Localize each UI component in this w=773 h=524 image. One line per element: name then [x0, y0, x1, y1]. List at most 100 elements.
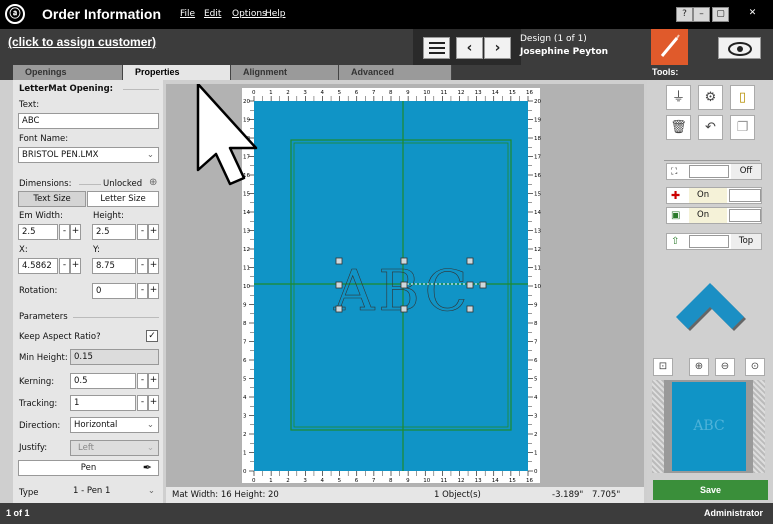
minimize-button[interactable]: – — [693, 7, 710, 22]
trash-icon: 🗑 — [670, 120, 687, 135]
ruler-label: 6 — [243, 358, 247, 364]
status-bar: Mat Width: 16 Height: 20 1 Object(s) -3.… — [166, 487, 644, 503]
tracking-input[interactable]: 1 — [70, 395, 136, 411]
ruler-label: 1 — [534, 451, 538, 457]
height-decrement[interactable]: - — [137, 224, 148, 240]
ruler-label: 4 — [321, 90, 325, 96]
edit-tool-button[interactable] — [651, 29, 688, 65]
zoom-in-button[interactable]: ⊕ — [689, 358, 709, 376]
kerning-increment[interactable]: + — [148, 373, 159, 389]
settings-button[interactable]: ⚙ — [698, 85, 723, 110]
close-button[interactable]: ✕ — [744, 7, 761, 22]
em-width-input[interactable]: 2.5 — [18, 224, 58, 240]
mat-drawing[interactable]: 0 1 2 3 4 5 6 7 8 9 10 11 12 13 14 15 16 0 1 2 3 4 5 6 7 8 9 10 11 1… — [166, 82, 644, 487]
next-design-button[interactable]: › — [484, 37, 511, 59]
menu-help[interactable]: Help — [265, 9, 286, 19]
menu-edit[interactable]: Edit — [204, 9, 221, 19]
thumbnail-preview[interactable]: ABC — [652, 380, 765, 473]
rotation-decrement[interactable]: - — [137, 283, 148, 299]
y-decrement[interactable]: - — [137, 258, 148, 274]
ruler-label: 13 — [475, 90, 482, 96]
zoom-out-button[interactable]: ⊖ — [715, 358, 735, 376]
tracking-decrement[interactable]: - — [137, 395, 148, 411]
app-title: Order Information — [42, 6, 162, 22]
toggle-switch[interactable] — [689, 165, 729, 178]
x-label: X: — [19, 245, 28, 255]
ruler-label: 10 — [534, 284, 541, 290]
direction-select[interactable]: Horizontal ⌄ — [70, 417, 159, 433]
ruler-label: 4 — [243, 395, 247, 401]
height-input[interactable]: 2.5 — [92, 224, 136, 240]
x-input[interactable]: 4.5862 — [18, 258, 58, 274]
design-canvas[interactable]: 0 1 2 3 4 5 6 7 8 9 10 11 12 13 14 15 16 0 1 2 3 4 5 6 7 8 9 10 11 1… — [166, 82, 644, 487]
x-increment[interactable]: + — [70, 258, 81, 274]
rotation-input[interactable]: 0 — [92, 283, 136, 299]
save-button[interactable]: Save — [653, 480, 768, 500]
toggle-switch[interactable] — [729, 189, 761, 202]
toggle-row-4[interactable]: ⇧ Top — [666, 233, 762, 250]
assign-customer-link[interactable]: (click to assign customer) — [8, 35, 156, 49]
y-label: Y: — [93, 245, 100, 255]
kerning-input[interactable]: 0.5 — [70, 373, 136, 389]
ruler-label: 9 — [243, 303, 247, 309]
ruler-label: 17 — [243, 155, 250, 161]
menu-options[interactable]: Options — [232, 9, 267, 19]
text-size-button[interactable]: Text Size — [18, 191, 86, 207]
ruler-icon: ▯ — [738, 90, 747, 105]
pen-button[interactable]: Pen ✒ — [18, 460, 159, 476]
toggle-switch[interactable] — [689, 235, 729, 248]
min-height-input[interactable]: 0.15 — [70, 349, 159, 365]
toggle-row-1[interactable]: ⛶ Off — [666, 163, 762, 180]
tracking-increment[interactable]: + — [148, 395, 159, 411]
tab-properties[interactable]: Properties — [123, 65, 231, 80]
toggle-row-2[interactable]: ✚ On — [666, 187, 762, 204]
x-decrement[interactable]: - — [59, 258, 70, 274]
ruler-button[interactable]: ▯ — [730, 85, 755, 110]
pen-holder-button[interactable]: ⏚ — [666, 85, 691, 110]
tab-advanced[interactable]: Advanced — [339, 65, 452, 80]
em-width-increment[interactable]: + — [70, 224, 81, 240]
height-increment[interactable]: + — [148, 224, 159, 240]
type-label: Type — [19, 488, 39, 498]
help-button[interactable]: ? — [676, 7, 693, 22]
preview-button[interactable] — [718, 37, 761, 59]
justify-select[interactable]: Left ⌄ — [70, 440, 159, 456]
maximize-button[interactable]: ▢ — [712, 7, 729, 22]
menu-hamburger-button[interactable] — [423, 37, 450, 59]
y-increment[interactable]: + — [148, 258, 159, 274]
rotation-increment[interactable]: + — [148, 283, 159, 299]
ruler-label: 11 — [243, 266, 250, 272]
toggle-state: Top — [731, 234, 761, 249]
em-width-decrement[interactable]: - — [59, 224, 70, 240]
zoom-reset-button[interactable]: ⊙ — [745, 358, 765, 376]
tab-openings[interactable]: Openings — [13, 65, 123, 80]
keep-aspect-checkbox[interactable]: ✓ — [146, 330, 158, 342]
delete-button[interactable]: 🗑 — [666, 115, 691, 140]
kerning-decrement[interactable]: - — [137, 373, 148, 389]
zoom-fit-button[interactable]: ⊡ — [653, 358, 673, 376]
lettermat-text[interactable]: ABC — [333, 259, 471, 325]
letter-size-button[interactable]: Letter Size — [87, 191, 159, 207]
text-input[interactable]: ABC — [18, 113, 159, 129]
y-input[interactable]: 8.75 — [92, 258, 136, 274]
divider — [79, 184, 101, 185]
menu-file[interactable]: File — [180, 9, 195, 19]
previous-design-button[interactable]: ‹ — [456, 37, 483, 59]
toggle-switch[interactable] — [729, 209, 761, 222]
undo-button[interactable]: ↶ — [698, 115, 723, 140]
toggle-row-3[interactable]: ▣ On — [666, 207, 762, 224]
font-select[interactable]: BRISTOL PEN.LMX ⌄ — [18, 147, 159, 163]
divider — [123, 89, 159, 90]
gear-icon: ⚙ — [704, 90, 717, 105]
opening-title: LetterMat Opening: — [19, 84, 114, 94]
chevron-up-icon[interactable] — [674, 275, 750, 335]
ruler-label: 9 — [406, 478, 410, 484]
unlocked-icon[interactable]: ⊕ — [149, 177, 157, 188]
layers-button[interactable]: ❐ — [730, 115, 755, 140]
ruler-label: 18 — [534, 136, 541, 142]
tab-alignment[interactable]: Alignment — [231, 65, 339, 80]
ruler-label: 19 — [243, 118, 250, 124]
border-icon: ▣ — [671, 210, 681, 221]
chevron-down-icon: ⌄ — [147, 486, 155, 496]
type-select[interactable]: 1 - Pen 1 ⌄ — [70, 484, 159, 500]
